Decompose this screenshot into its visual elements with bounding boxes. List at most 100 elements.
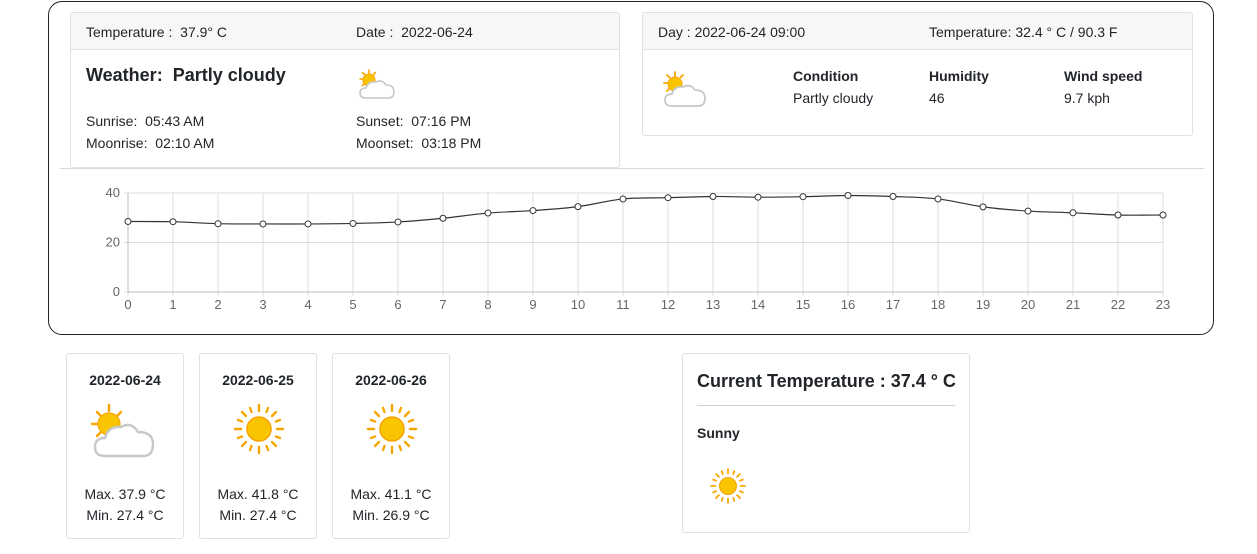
forecast-max: Max. 37.9 °C: [84, 486, 166, 502]
x-tick-label: 10: [571, 297, 585, 312]
forecast-date: 2022-06-26: [355, 372, 427, 388]
x-tick-label: 23: [1156, 297, 1170, 312]
hourly-day-value: 2022-06-24 09:00: [694, 24, 806, 40]
x-tick-label: 12: [661, 297, 675, 312]
sunset-label: Sunset:: [356, 113, 404, 129]
temperature-point: [889, 192, 897, 200]
x-tick-label: 8: [484, 297, 491, 312]
x-tick-label: 14: [751, 297, 765, 312]
partly-cloudy-icon: [359, 69, 395, 99]
temperature-point: [619, 195, 627, 203]
wind-speed-label: Wind speed: [1064, 68, 1143, 84]
forecast-card: 2022-06-25 Max. 41.8 °C Min. 27.4 °C: [199, 353, 317, 539]
x-tick-label: 1: [169, 297, 176, 312]
current-temperature-title: Current Temperature : 37.4 ° C: [697, 371, 956, 391]
x-tick-label: 15: [796, 297, 810, 312]
temperature-point: [934, 195, 942, 203]
x-tick-label: 7: [439, 297, 446, 312]
today-date: Date : 2022-06-24: [356, 24, 473, 40]
x-tick-label: 0: [124, 297, 131, 312]
partly-cloudy-icon: [663, 71, 706, 107]
sunset-value: 07:16 PM: [411, 113, 472, 129]
x-tick-label: 19: [976, 297, 990, 312]
current-divider: [697, 405, 955, 406]
x-tick-label: 9: [529, 297, 536, 312]
hourly-detail-card: Day : 2022-06-24 09:00 Temperature: 32.4…: [642, 12, 1193, 136]
x-tick-label: 2: [214, 297, 221, 312]
current-condition: Sunny: [697, 425, 740, 441]
forecast-min: Min. 27.4 °C: [86, 507, 164, 523]
temperature-point: [484, 209, 492, 217]
temperature-point: [349, 219, 357, 227]
hourly-temperature: Temperature: 32.4 ° C / 90.3 F: [929, 24, 1117, 40]
x-tick-label: 18: [931, 297, 945, 312]
humidity-label: Humidity: [929, 68, 989, 84]
wind-speed-value: 9.7 kph: [1064, 90, 1110, 106]
x-tick-label: 3: [259, 297, 266, 312]
x-tick-label: 22: [1111, 297, 1125, 312]
x-tick-label: 21: [1066, 297, 1080, 312]
x-tick-label: 20: [1021, 297, 1035, 312]
weather-title: Weather: Partly cloudy: [86, 65, 286, 86]
y-tick-label: 0: [113, 284, 120, 299]
forecast-max: Max. 41.1 °C: [350, 486, 432, 502]
hourly-day: Day : 2022-06-24 09:00: [658, 24, 805, 40]
sunny-icon: [233, 403, 285, 455]
y-tick-label: 40: [106, 185, 120, 200]
sunrise-value: 05:43 AM: [145, 113, 205, 129]
moonset-label: Moonset:: [356, 135, 414, 151]
x-tick-label: 5: [349, 297, 356, 312]
sunny-icon: [710, 468, 746, 504]
today-temperature-label: Temperature :: [86, 24, 173, 40]
forecast-card: 2022-06-24 Max. 37.9 °C Min. 27.4 °C: [66, 353, 184, 539]
weather-label: Weather:: [86, 65, 163, 85]
temperature-point: [844, 191, 852, 199]
temperature-point: [709, 192, 717, 200]
current-temperature-card: Current Temperature : 37.4 ° C Sunny: [682, 353, 970, 533]
temperature-point: [1069, 209, 1077, 217]
temperature-point: [979, 203, 987, 211]
temperature-point: [574, 203, 582, 211]
forecast-min: Min. 26.9 °C: [352, 507, 430, 523]
humidity-value: 46: [929, 90, 945, 106]
hourly-temperature-label: Temperature:: [929, 24, 1012, 40]
moonset: Moonset: 03:18 PM: [356, 135, 481, 151]
temperature-point: [664, 194, 672, 202]
today-date-value: 2022-06-24: [401, 24, 473, 40]
today-date-label: Date :: [356, 24, 394, 40]
x-tick-label: 4: [304, 297, 311, 312]
forecast-date: 2022-06-25: [222, 372, 294, 388]
today-summary-header: Temperature : 37.9° C Date : 2022-06-24: [71, 13, 619, 50]
hourly-temperature-value: 32.4 ° C / 90.3 F: [1015, 24, 1118, 40]
temperature-point: [799, 193, 807, 201]
sunny-icon: [366, 403, 418, 455]
sunset: Sunset: 07:16 PM: [356, 113, 471, 129]
forecast-date: 2022-06-24: [89, 372, 161, 388]
sunrise: Sunrise: 05:43 AM: [86, 113, 204, 129]
today-summary-card: Temperature : 37.9° C Date : 2022-06-24 …: [70, 12, 620, 168]
moonrise-value: 02:10 AM: [155, 135, 215, 151]
y-tick-label: 20: [106, 235, 120, 250]
x-tick-label: 17: [886, 297, 900, 312]
forecast-max: Max. 41.8 °C: [217, 486, 299, 502]
x-tick-label: 13: [706, 297, 720, 312]
today-temperature: Temperature : 37.9° C: [86, 24, 227, 40]
divider: [60, 168, 1204, 169]
sunrise-label: Sunrise:: [86, 113, 138, 129]
forecast-min: Min. 27.4 °C: [219, 507, 297, 523]
x-tick-label: 11: [616, 297, 630, 312]
temperature-point: [124, 217, 132, 225]
condition-value: Partly cloudy: [793, 90, 874, 106]
temperature-point: [1114, 211, 1122, 219]
x-tick-label: 16: [841, 297, 855, 312]
temperature-point: [304, 220, 312, 228]
temperature-point: [169, 218, 177, 226]
moonset-value: 03:18 PM: [421, 135, 482, 151]
temperature-point: [529, 207, 537, 215]
temperature-point: [214, 220, 222, 228]
hourly-day-label: Day :: [658, 24, 691, 40]
condition-label: Condition: [793, 68, 859, 84]
partly-cloudy-icon: [90, 403, 155, 458]
weather-value: Partly cloudy: [172, 65, 286, 85]
today-temperature-value: 37.9° C: [180, 24, 228, 40]
